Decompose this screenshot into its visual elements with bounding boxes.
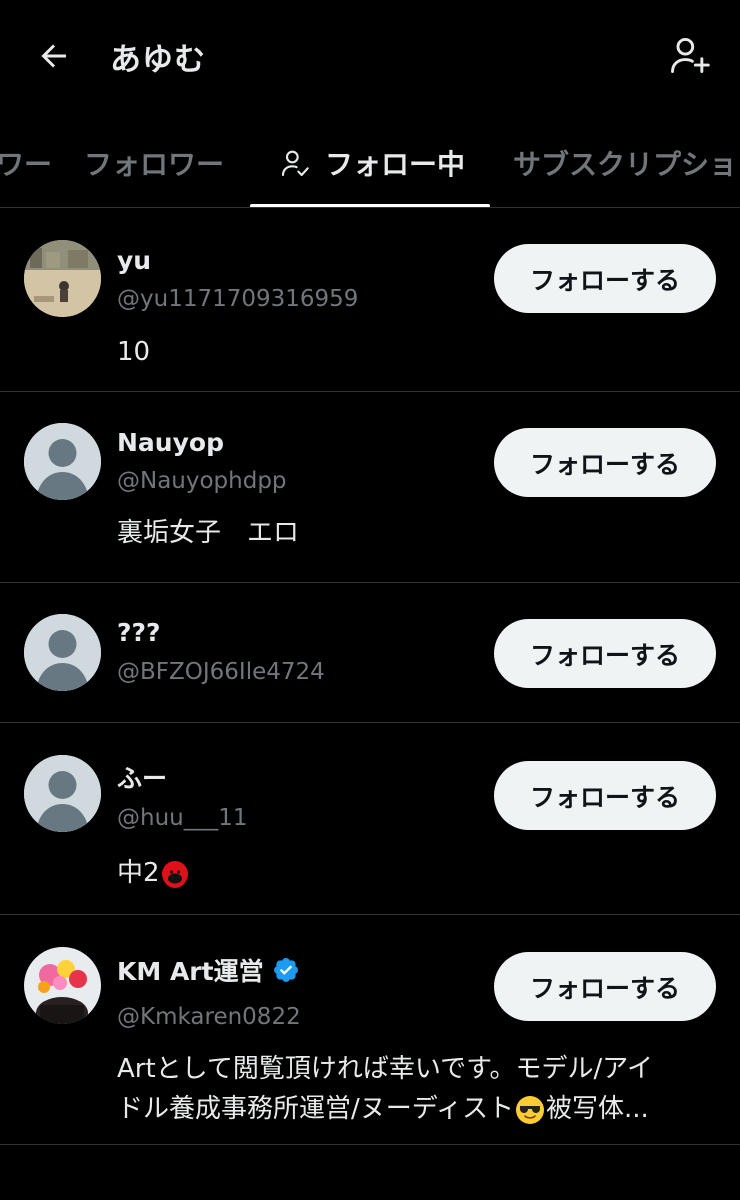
- user-bio: Artとして閲覧頂ければ幸いです。モデル/アイ ドル養成事務所運営/ヌーディスト…: [117, 1049, 720, 1129]
- tab-bar: ワー フォロワー フォロー中 サブスクリプショ: [0, 118, 740, 208]
- back-button[interactable]: [30, 32, 78, 80]
- default-avatar-icon: [24, 423, 101, 500]
- user-row[interactable]: yu @yu1171709316959 10 フォローする: [0, 208, 740, 392]
- name-line: ふー: [117, 759, 167, 795]
- user-name: ふー: [117, 764, 168, 793]
- tab-label: フォロー中: [325, 148, 466, 181]
- app-root: あゆむ ワー フォロワー フォロー中 サブスクリプショ yu @yu117170…: [0, 0, 740, 1200]
- follow-button[interactable]: フォローする: [494, 761, 716, 830]
- user-handle: @Nauyophdpp: [117, 468, 287, 494]
- add-user-button[interactable]: [664, 30, 714, 80]
- default-avatar-icon: [24, 755, 101, 832]
- name-line: yu: [117, 246, 151, 275]
- user-handle: @yu1171709316959: [117, 286, 359, 312]
- arrow-left-icon: [41, 44, 66, 68]
- top-bar: あゆむ: [0, 0, 740, 110]
- user-handle: @BFZOJ66Ile4724: [117, 659, 325, 685]
- user-name: ???: [117, 618, 161, 647]
- tab-partial-left[interactable]: ワー: [0, 118, 52, 208]
- user-name: yu: [117, 246, 152, 275]
- user-row[interactable]: ??? @BFZOJ66Ile4724 フォローする: [0, 583, 740, 723]
- tab-label: サブスクリプショ: [513, 148, 738, 181]
- tab-label: フォロワー: [84, 148, 225, 181]
- user-handle: @Kmkaren0822: [117, 1004, 301, 1030]
- red-face-emoji: [161, 860, 188, 888]
- user-bio: 10: [117, 337, 151, 367]
- bio-text: 中2: [117, 858, 160, 888]
- user-bio: 中2: [117, 853, 710, 893]
- tab-followers[interactable]: フォロワー: [84, 118, 224, 208]
- person-add-icon: [671, 37, 710, 73]
- avatar[interactable]: [24, 947, 101, 1024]
- user-bio: 裏垢女子 エロ: [117, 518, 300, 548]
- verified-badge-icon: [272, 956, 300, 984]
- avatar[interactable]: [24, 240, 101, 317]
- following-list: yu @yu1171709316959 10 フォローする Nauyop @Na…: [0, 208, 740, 1145]
- bio-text: ドル養成事務所運営/ヌーディスト: [117, 1094, 514, 1124]
- avatar[interactable]: [24, 423, 101, 500]
- user-handle: @huu___11: [117, 805, 248, 831]
- tab-subscriptions[interactable]: サブスクリプショ: [513, 118, 737, 208]
- tab-following[interactable]: フォロー中: [279, 118, 465, 208]
- page-title: あゆむ: [110, 42, 206, 78]
- user-row[interactable]: Nauyop @Nauyophdpp 裏垢女子 エロ フォローする: [0, 392, 740, 583]
- follow-button[interactable]: フォローする: [494, 244, 716, 313]
- user-name: KM Art運営: [117, 957, 264, 986]
- tab-label: ワー: [0, 148, 53, 181]
- bio-line: Artとして閲覧頂ければ幸いです。モデル/アイ: [117, 1054, 653, 1084]
- name-line: ???: [117, 618, 161, 647]
- follow-button[interactable]: フォローする: [494, 952, 716, 1021]
- user-row[interactable]: KM Art運営 @Kmkaren0822 Artとして閲覧頂ければ幸いです。モ…: [0, 915, 740, 1145]
- avatar[interactable]: [24, 755, 101, 832]
- follow-button[interactable]: フォローする: [494, 428, 716, 497]
- avatar[interactable]: [24, 614, 101, 691]
- sunglasses-emoji: [515, 1095, 544, 1124]
- follow-button[interactable]: フォローする: [494, 619, 716, 688]
- bio-text: 被写体...: [545, 1094, 649, 1124]
- name-line: Nauyop: [117, 428, 224, 457]
- user-name: Nauyop: [117, 428, 224, 457]
- default-avatar-icon: [24, 614, 101, 691]
- name-line: KM Art運営: [117, 952, 300, 988]
- person-check-icon: [279, 146, 311, 180]
- user-row[interactable]: ふー @huu___11 中2 フォローする: [0, 723, 740, 915]
- bio-line: ドル養成事務所運営/ヌーディスト 被写体...: [117, 1089, 720, 1129]
